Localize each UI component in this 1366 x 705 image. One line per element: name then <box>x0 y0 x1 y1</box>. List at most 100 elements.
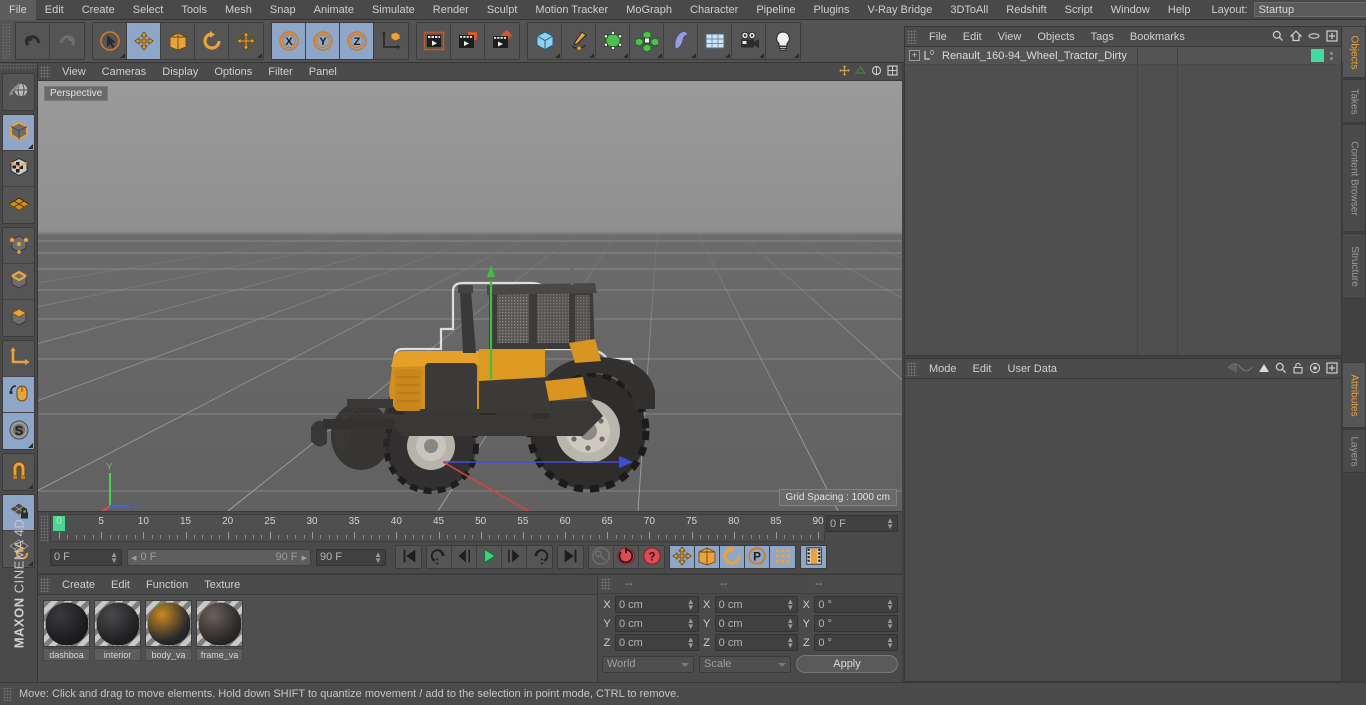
menu-item-redshift[interactable]: Redshift <box>997 0 1055 20</box>
attribute-manager-menu-mode[interactable]: Mode <box>921 359 965 379</box>
object-manager-menu-objects[interactable]: Objects <box>1029 27 1082 47</box>
viewport-menu-cameras[interactable]: Cameras <box>94 63 155 81</box>
more-options-corner-icon[interactable] <box>691 53 696 58</box>
add-array-button[interactable] <box>630 23 664 59</box>
object-manager-menu-edit[interactable]: Edit <box>955 27 990 47</box>
material-preview[interactable] <box>196 600 243 647</box>
object-manager-tree[interactable]: + 0 Renault_160-94_Wheel_Tractor_Dirty <box>905 47 1341 355</box>
play-button[interactable] <box>477 546 502 568</box>
lock-z-axis[interactable]: Z <box>340 23 374 59</box>
viewport-menu-panel[interactable]: Panel <box>301 63 345 81</box>
point-level-animation-toggle[interactable] <box>770 546 795 568</box>
spinner-icon[interactable]: ▲▼ <box>886 618 894 630</box>
right-tab-layers[interactable]: Layers <box>1343 429 1366 473</box>
timeline-mode-button[interactable] <box>801 546 826 568</box>
soft-selection-button[interactable]: S <box>3 413 34 449</box>
right-tab-takes[interactable]: Takes <box>1343 79 1366 123</box>
right-tab-objects[interactable]: Objects <box>1343 26 1366 78</box>
object-manager-menu-bookmarks[interactable]: Bookmarks <box>1122 27 1193 47</box>
lock-x-axis[interactable]: X <box>272 23 306 59</box>
size-mode-dropdown[interactable]: Scale <box>699 656 791 673</box>
menu-item-window[interactable]: Window <box>1102 0 1159 20</box>
pan-icon[interactable] <box>839 65 850 79</box>
attribute-manager-content[interactable] <box>905 379 1341 681</box>
world-object-coordinates[interactable] <box>374 23 408 59</box>
material-manager-menu-edit[interactable]: Edit <box>103 575 138 595</box>
spinner-icon[interactable]: ▲▼ <box>786 637 794 649</box>
previous-key-button[interactable] <box>427 546 452 568</box>
rotate-tool[interactable] <box>195 23 229 59</box>
rotation-x-field[interactable]: 0 °▲▼ <box>814 596 898 613</box>
menu-item-animate[interactable]: Animate <box>305 0 363 20</box>
viewport-menu-display[interactable]: Display <box>154 63 206 81</box>
attribute-manager-grip[interactable] <box>907 362 917 376</box>
current-frame-field-top[interactable]: 0 F▲▼ <box>826 515 898 532</box>
expand-icon[interactable] <box>1326 362 1338 377</box>
more-options-corner-icon[interactable] <box>759 53 764 58</box>
next-frame-button[interactable] <box>502 546 527 568</box>
material-preview[interactable] <box>145 600 192 647</box>
material-list[interactable]: dashboainteriorbody_vaframe_va <box>38 595 597 681</box>
previous-frame-button[interactable] <box>452 546 477 568</box>
right-tab-attributes[interactable]: Attributes <box>1343 362 1366 428</box>
material-manager-menu-texture[interactable]: Texture <box>196 575 248 595</box>
layout-dropdown[interactable]: Startup <box>1254 2 1366 17</box>
rotation-y-field[interactable]: 0 °▲▼ <box>814 615 898 632</box>
spinner-icon[interactable]: ▲▼ <box>786 618 794 630</box>
scale-tool[interactable] <box>161 23 195 59</box>
rotation-z-field[interactable]: 0 °▲▼ <box>814 634 898 651</box>
render-to-picture-viewer-button[interactable] <box>451 23 485 59</box>
viewport-menu-options[interactable]: Options <box>206 63 260 81</box>
material-manager-grip[interactable] <box>40 578 50 592</box>
add-deformer-button[interactable] <box>664 23 698 59</box>
attribute-manager-menu-edit[interactable]: Edit <box>965 359 1000 379</box>
undo-view-button[interactable] <box>3 74 34 110</box>
menu-item-mograph[interactable]: MoGraph <box>617 0 681 20</box>
more-options-corner-icon[interactable] <box>589 53 594 58</box>
menu-item-motion-tracker[interactable]: Motion Tracker <box>526 0 617 20</box>
add-light-button[interactable] <box>766 23 800 59</box>
menu-item-script[interactable]: Script <box>1056 0 1102 20</box>
interpolate-icon[interactable] <box>1227 361 1253 378</box>
edges-mode-button[interactable] <box>3 264 34 300</box>
viewport-menu-view[interactable]: View <box>54 63 94 81</box>
menu-item-sculpt[interactable]: Sculpt <box>478 0 527 20</box>
keyframe-selection-button[interactable]: ? <box>639 546 664 568</box>
arrow-up-icon[interactable] <box>1258 362 1270 377</box>
object-mode-button[interactable] <box>3 115 34 151</box>
lock-icon[interactable] <box>1292 362 1304 377</box>
timeline-grip[interactable] <box>40 515 49 541</box>
more-options-corner-icon[interactable] <box>257 53 262 58</box>
move-tool[interactable] <box>127 23 161 59</box>
undo-button[interactable] <box>16 23 50 59</box>
menu-item-edit[interactable]: Edit <box>36 0 73 20</box>
object-color-swatch[interactable] <box>1311 49 1324 62</box>
menu-item-character[interactable]: Character <box>681 0 747 20</box>
target-icon[interactable] <box>1309 362 1321 377</box>
magnet-tool-button[interactable] <box>3 454 34 490</box>
spinner-icon[interactable]: ▲▼ <box>374 552 382 564</box>
more-options-corner-icon[interactable] <box>623 53 628 58</box>
lock-y-axis[interactable]: Y <box>306 23 340 59</box>
enable-snap-button[interactable] <box>3 377 34 413</box>
redo-button[interactable] <box>50 23 84 59</box>
add-camera-button[interactable] <box>732 23 766 59</box>
render-settings-button[interactable] <box>485 23 519 59</box>
menu-item-pipeline[interactable]: Pipeline <box>747 0 804 20</box>
layout-selector[interactable]: Layout: Startup <box>1212 2 1366 17</box>
render-view-button[interactable] <box>417 23 451 59</box>
menu-item-plugins[interactable]: Plugins <box>804 0 858 20</box>
more-options-corner-icon[interactable] <box>555 53 560 58</box>
more-options-corner-icon[interactable] <box>794 53 799 58</box>
go-to-start-button[interactable] <box>396 546 421 568</box>
zoom-icon[interactable] <box>855 65 866 79</box>
object-axis-handles[interactable] <box>443 436 703 511</box>
rotate-icon[interactable] <box>871 65 882 79</box>
dynamic-place-tool[interactable] <box>229 23 263 59</box>
end-frame-field[interactable]: 90 F ▲▼ <box>316 549 386 566</box>
maximize-icon[interactable] <box>887 65 898 79</box>
size-x-field[interactable]: 0 cm▲▼ <box>715 596 799 613</box>
object-manager-menu-tags[interactable]: Tags <box>1083 27 1122 47</box>
material-preview[interactable] <box>94 600 141 647</box>
add-spline-button[interactable] <box>562 23 596 59</box>
